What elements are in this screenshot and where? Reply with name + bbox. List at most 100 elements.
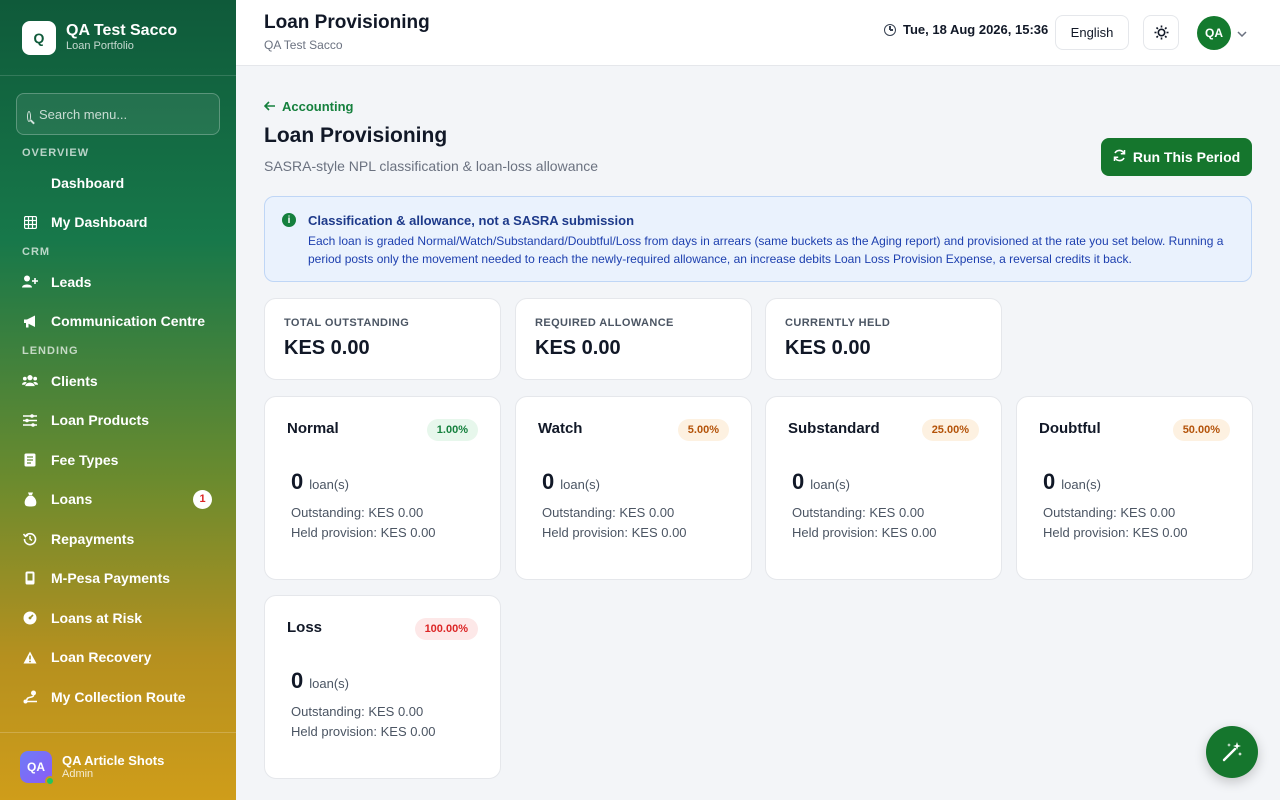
page-title: Loan Provisioning bbox=[264, 124, 448, 147]
sidebar-item-loans[interactable]: Loans 1 bbox=[0, 480, 236, 520]
users-icon bbox=[22, 373, 38, 389]
outstanding-amount: Outstanding: KES 0.00 bbox=[792, 505, 925, 520]
held-provision-amount: Held provision: KES 0.00 bbox=[1043, 525, 1188, 540]
loan-count-number: 0 bbox=[291, 668, 304, 693]
loan-count: 0 loan(s) bbox=[542, 469, 600, 495]
sidebar-item-leads[interactable]: Leads bbox=[0, 262, 236, 302]
classification-name: Normal bbox=[287, 420, 339, 437]
summary-label: TOTAL OUTSTANDING bbox=[284, 317, 410, 329]
summary-label: REQUIRED ALLOWANCE bbox=[535, 317, 674, 329]
sidebar-item-label: Leads bbox=[51, 273, 92, 290]
user-avatar-button[interactable]: QA bbox=[1197, 16, 1231, 50]
sidebar-item-loans-at-risk[interactable]: Loans at Risk bbox=[0, 598, 236, 638]
avatar-initials: QA bbox=[27, 759, 45, 774]
sidebar-item-label: My Dashboard bbox=[51, 214, 148, 231]
sidebar-item-mpesa-payments[interactable]: M-Pesa Payments bbox=[0, 559, 236, 599]
loan-count: 0 loan(s) bbox=[792, 469, 850, 495]
brand-subtitle: Loan Portfolio bbox=[66, 40, 134, 52]
provision-rate-badge: 1.00% bbox=[426, 419, 478, 441]
sidebar-user[interactable]: QA QA Article Shots Admin bbox=[0, 732, 236, 800]
provision-rate-badge: 50.00% bbox=[1172, 419, 1230, 441]
sidebar-item-repayments[interactable]: Repayments bbox=[0, 519, 236, 559]
classification-name: Loss bbox=[287, 619, 323, 636]
outstanding-amount: Outstanding: KES 0.00 bbox=[1043, 505, 1176, 520]
run-this-period-button[interactable]: Run This Period bbox=[1101, 138, 1252, 176]
loan-count-unit: loan(s) bbox=[560, 477, 600, 492]
language-selector[interactable]: English bbox=[1055, 15, 1129, 50]
loan-count: 0 loan(s) bbox=[291, 668, 349, 694]
sidebar-item-label: My Collection Route bbox=[51, 688, 186, 705]
info-body: Each loan is graded Normal/Watch/Substan… bbox=[308, 234, 1224, 266]
summary-value: KES 0.00 bbox=[785, 337, 871, 359]
user-role: Admin bbox=[62, 768, 94, 780]
sidebar-item-label: Loan Products bbox=[51, 412, 150, 429]
classification-card-normal: Normal 1.00% 0 loan(s) Outstanding: KES 0… bbox=[264, 396, 501, 580]
brand-logo: Q bbox=[22, 20, 56, 55]
sidebar-item-loan-products[interactable]: Loan Products bbox=[0, 401, 236, 441]
megaphone-icon bbox=[22, 313, 38, 329]
sidebar-item-fee-types[interactable]: Fee Types bbox=[0, 440, 236, 480]
summary-value: KES 0.00 bbox=[284, 337, 370, 359]
provision-rate-badge: 5.00% bbox=[677, 419, 729, 441]
sidebar-item-communication-centre[interactable]: Communication Centre bbox=[0, 302, 236, 342]
arrow-left-icon bbox=[263, 98, 276, 114]
chevron-down-icon[interactable] bbox=[1237, 26, 1247, 40]
refresh-icon bbox=[1113, 149, 1126, 165]
sidebar-item-label: Repayments bbox=[51, 530, 135, 547]
assistant-fab-button[interactable] bbox=[1206, 726, 1258, 778]
info-icon: i bbox=[282, 213, 296, 227]
classification-card-substandard: Substandard 25.00% 0 loan(s) Outstanding:… bbox=[765, 396, 1002, 580]
sidebar-search[interactable] bbox=[16, 93, 220, 135]
loan-count-unit: loan(s) bbox=[1061, 477, 1101, 492]
sidebar-item-dashboard[interactable]: Dashboard bbox=[0, 163, 236, 203]
outstanding-amount: Outstanding: KES 0.00 bbox=[542, 505, 675, 520]
loan-count-number: 0 bbox=[792, 469, 805, 494]
held-provision-amount: Held provision: KES 0.00 bbox=[291, 724, 436, 739]
loan-count-unit: loan(s) bbox=[810, 477, 850, 492]
route-icon bbox=[22, 689, 38, 705]
sidebar-item-label: Fee Types bbox=[51, 451, 119, 468]
search-icon bbox=[27, 110, 31, 122]
search-input[interactable] bbox=[39, 106, 209, 122]
loans-count-badge: 1 bbox=[193, 489, 212, 509]
summary-card-currently-held: CURRENTLY HELD KES 0.00 bbox=[765, 298, 1002, 380]
outstanding-amount: Outstanding: KES 0.00 bbox=[291, 505, 424, 520]
sidebar-item-label: M-Pesa Payments bbox=[51, 570, 171, 587]
sidebar-item-label: Loans bbox=[51, 491, 93, 508]
back-link-label: Accounting bbox=[282, 98, 354, 114]
datetime-display: Tue, 18 Aug 2026, 15:36 bbox=[884, 22, 1048, 37]
classification-name: Substandard bbox=[788, 420, 880, 437]
topbar: Loan Provisioning QA Test Sacco Tue, 18 … bbox=[236, 0, 1280, 66]
topbar-subtitle: QA Test Sacco bbox=[264, 38, 343, 52]
sidebar-item-my-collection-route[interactable]: My Collection Route bbox=[0, 677, 236, 717]
summary-value: KES 0.00 bbox=[535, 337, 621, 359]
topbar-title: Loan Provisioning bbox=[264, 12, 430, 33]
sidebar-item-label: Dashboard bbox=[51, 174, 125, 191]
receipt-icon bbox=[22, 452, 38, 468]
provision-rate-badge: 100.00% bbox=[414, 618, 478, 640]
back-to-accounting-link[interactable]: Accounting bbox=[263, 98, 354, 114]
loan-count: 0 loan(s) bbox=[291, 469, 349, 495]
money-bag-icon bbox=[22, 491, 38, 507]
loan-count-unit: loan(s) bbox=[309, 676, 349, 691]
classification-name: Watch bbox=[538, 420, 583, 437]
sidebar-item-my-dashboard[interactable]: My Dashboard bbox=[0, 203, 236, 243]
brand-title: QA Test Sacco bbox=[66, 22, 178, 39]
theme-toggle-button[interactable] bbox=[1143, 15, 1179, 50]
brand[interactable]: Q QA Test Sacco Loan Portfolio bbox=[0, 0, 236, 76]
phone-icon bbox=[22, 570, 38, 586]
loan-count-unit: loan(s) bbox=[309, 477, 349, 492]
info-banner: i Classification & allowance, not a SASR… bbox=[264, 196, 1252, 282]
main-content: Accounting Loan Provisioning SASRA-style… bbox=[236, 66, 1280, 800]
sidebar-item-loan-recovery[interactable]: Loan Recovery bbox=[0, 638, 236, 678]
sidebar-item-clients[interactable]: Clients bbox=[0, 361, 236, 401]
summary-label: CURRENTLY HELD bbox=[785, 317, 891, 329]
loan-count: 0 loan(s) bbox=[1043, 469, 1101, 495]
run-button-label: Run This Period bbox=[1132, 149, 1241, 165]
datetime-text: Tue, 18 Aug 2026, 15:36 bbox=[903, 22, 1049, 37]
user-name: QA Article Shots bbox=[62, 753, 165, 768]
held-provision-amount: Held provision: KES 0.00 bbox=[792, 525, 937, 540]
section-label-overview: OVERVIEW bbox=[22, 147, 90, 159]
sidebar-item-label: Loan Recovery bbox=[51, 649, 152, 666]
user-plus-icon bbox=[22, 274, 38, 290]
